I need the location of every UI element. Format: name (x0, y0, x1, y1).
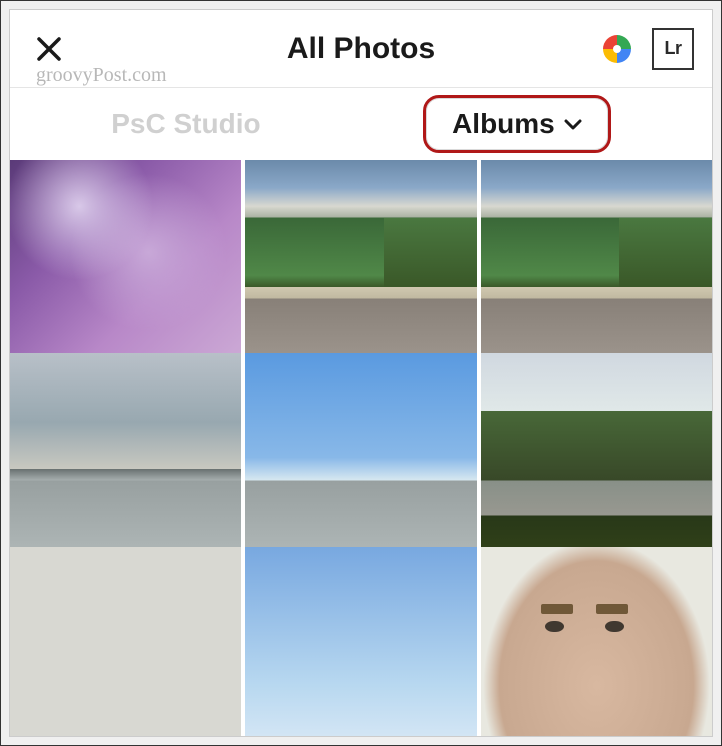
photo-grid (10, 160, 712, 736)
chevron-down-icon (564, 118, 582, 130)
google-photos-icon (597, 29, 637, 69)
photo-thumbnail[interactable] (10, 547, 241, 736)
photo-thumbnail[interactable] (245, 547, 476, 736)
page-title: All Photos (287, 32, 435, 66)
tab-albums-label: Albums (452, 108, 555, 140)
tab-albums[interactable]: Albums (423, 95, 611, 153)
lightroom-button[interactable]: Lr (652, 28, 694, 70)
google-photos-button[interactable] (596, 28, 638, 70)
tab-bar: PsC Studio Albums (10, 88, 712, 160)
close-icon (35, 35, 63, 63)
header-bar: All Photos Lr (10, 10, 712, 88)
close-button[interactable] (28, 28, 70, 70)
lightroom-label: Lr (665, 38, 682, 59)
photo-thumbnail[interactable] (481, 547, 712, 736)
tab-psc-studio[interactable]: PsC Studio (111, 108, 260, 140)
